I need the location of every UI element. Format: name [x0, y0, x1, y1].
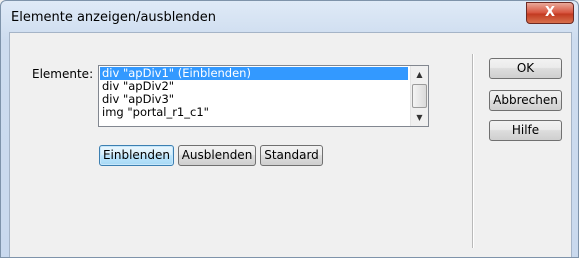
vertical-divider	[472, 54, 474, 248]
elements-listbox[interactable]: div "apDiv1" (Einblenden) div "apDiv2" d…	[98, 65, 429, 127]
dialog-body: Elemente: div "apDiv1" (Einblenden) div …	[9, 32, 572, 257]
scroll-up-icon[interactable]: ▲	[411, 66, 428, 83]
close-button[interactable]: X	[526, 2, 574, 24]
elements-label: Elemente:	[32, 67, 94, 81]
default-button[interactable]: Standard	[260, 145, 323, 166]
listbox-scrollbar[interactable]: ▲ ▼	[410, 66, 428, 126]
hide-button[interactable]: Ausblenden	[178, 145, 256, 166]
listbox-items: div "apDiv1" (Einblenden) div "apDiv2" d…	[100, 67, 408, 119]
help-button[interactable]: Hilfe	[489, 120, 562, 141]
title-bar[interactable]: Elemente anzeigen/ausblenden X	[1, 1, 578, 33]
dialog-window: Elemente anzeigen/ausblenden X Elemente:…	[0, 0, 579, 258]
scroll-thumb[interactable]	[412, 84, 427, 108]
window-title: Elemente anzeigen/ausblenden	[11, 10, 217, 25]
cancel-button[interactable]: Abbrechen	[489, 90, 562, 111]
list-item[interactable]: img "portal_r1_c1"	[100, 106, 408, 119]
ok-button[interactable]: OK	[489, 58, 562, 79]
show-button[interactable]: Einblenden	[99, 145, 174, 166]
scroll-down-icon[interactable]: ▼	[411, 109, 428, 126]
